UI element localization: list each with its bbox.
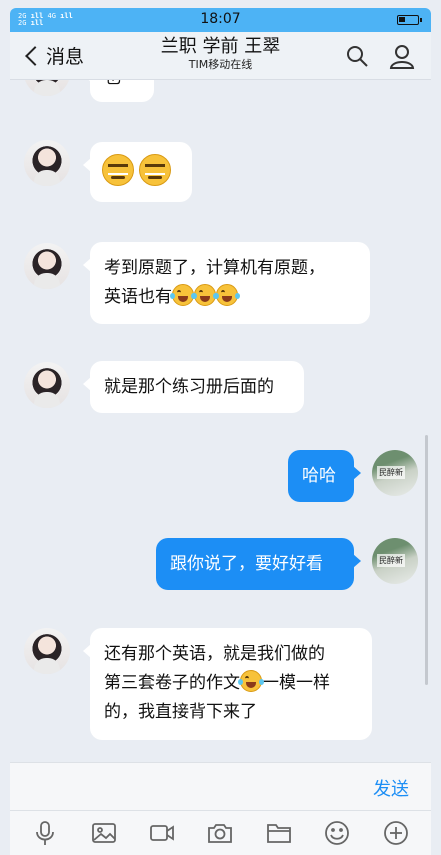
message-text: 跟你说了，要好好看 [170,554,323,574]
user-avatar[interactable]: 民醉新 [372,538,418,584]
message-text-line: 英语也有 [104,283,356,312]
tears-of-joy-emoji-icon [214,284,240,306]
image-icon[interactable] [89,818,119,848]
sly-smile-emoji-icon [102,154,134,186]
scrollbar[interactable] [425,435,428,685]
back-button[interactable]: 消息 [22,42,84,69]
sly-smile-emoji-icon [139,154,172,186]
message-text: 第三套卷子的作文 [104,673,240,693]
message-input-area[interactable]: 发送 [10,762,431,810]
message-text: 就是那个练习册后面的 [104,377,274,397]
send-button[interactable]: 发送 [373,775,409,801]
message-text: 还有那个英语，就是我们做的 [104,644,325,664]
message-text: 考到原题了，计算机有原题， [104,258,325,278]
message-text: 一模一样 [262,673,330,693]
folder-icon[interactable] [264,818,294,848]
user-avatar[interactable]: 民醉新 [372,450,418,496]
message-bubble[interactable]: 考到原题了，计算机有原题， 英语也有 [83,242,370,324]
microphone-icon[interactable] [30,818,60,848]
message-bubble[interactable] [83,142,192,202]
battery-icon [397,15,422,25]
message-bubble[interactable]: 也 [83,80,154,102]
emoji-icon[interactable] [322,818,352,848]
plus-icon[interactable] [381,818,411,848]
search-icon[interactable] [345,44,369,68]
message-text-line: 第三套卷子的作文 一模一样 [104,669,358,698]
video-icon[interactable] [147,818,177,848]
contact-avatar[interactable] [24,140,70,186]
message-bubble[interactable]: 还有那个英语，就是我们做的 第三套卷子的作文 一模一样 的，我直接背下来了 [83,628,372,740]
message-bubble[interactable]: 就是那个练习册后面的 [83,361,304,413]
tears-of-joy-emoji-icon [170,284,196,306]
message-text: 哈哈 [302,466,336,486]
contact-icon[interactable] [389,43,415,69]
contact-avatar[interactable] [24,362,70,408]
chat-header: 消息 兰职 学前 王翠 TIM移动在线 [10,32,431,80]
back-label: 消息 [46,46,85,68]
chevron-left-icon [25,45,45,66]
avatar-text: 民醉新 [377,466,405,479]
online-status: TIM移动在线 [188,58,253,71]
camera-icon[interactable] [205,818,235,848]
input-toolbar [10,810,431,855]
tears-of-joy-emoji-icon [192,284,218,306]
message-text: 英语也有 [104,287,172,307]
message-text: 也 [104,80,121,88]
chat-title: 兰职 学前 王翠 [160,36,281,57]
chat-area[interactable]: 也 考到原题了，计算机有原题， 英语也有 就是那个练习册后面的 哈哈 民醉新 跟… [10,80,431,762]
status-bar: 2G ıll 4G ıll 2G ıll 18:07 [10,8,431,32]
message-bubble[interactable]: 跟你说了，要好好看 [156,538,361,590]
status-time: 18:07 [200,11,241,27]
contact-avatar[interactable] [24,628,70,674]
tears-of-joy-emoji-icon [238,670,264,692]
contact-avatar[interactable] [24,80,70,96]
avatar-text: 民醉新 [377,554,405,567]
contact-avatar[interactable] [24,243,70,289]
message-text: 的，我直接背下来了 [104,702,257,722]
title-block[interactable]: 兰职 学前 王翠 TIM移动在线 [110,36,331,72]
message-bubble[interactable]: 哈哈 [288,450,361,502]
